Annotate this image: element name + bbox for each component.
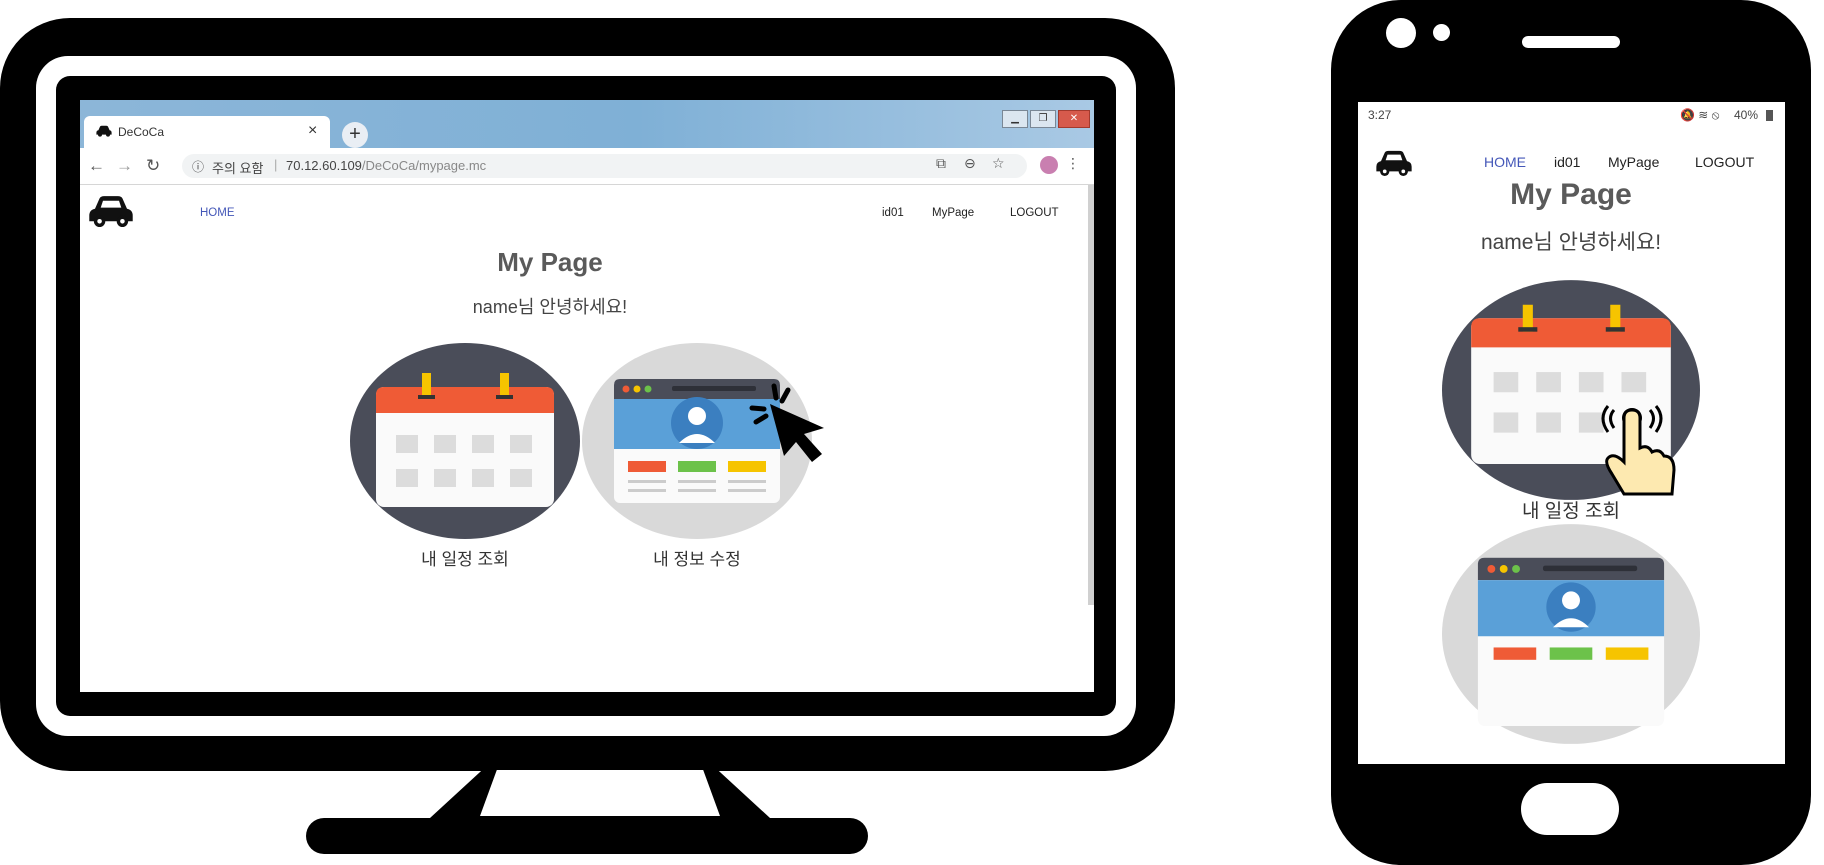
url-text: 70.12.60.109/DeCoCa/mypage.mc [286,158,486,173]
tab-close-button[interactable]: × [308,122,317,140]
translate-icon[interactable]: ⧉ [936,155,946,172]
maximize-button[interactable]: ❐ [1030,110,1056,128]
monitor-stand-neck-inner [480,770,720,816]
zoom-icon[interactable]: ⊖ [964,155,976,172]
monitor-stand-base [306,818,868,854]
nav-user-link[interactable]: id01 [1554,154,1580,170]
cursor-click-icon [749,383,824,462]
nav-user-link[interactable]: id01 [882,207,904,219]
url-host: 70.12.60.109 [286,158,362,173]
security-warning-label: 주의 요함 [212,161,264,176]
address-bar[interactable]: ⓘ 주의 요함 | 70.12.60.109/DeCoCa/mypage.mc [182,154,1027,178]
phone-sensor [1433,24,1450,41]
new-tab-button[interactable]: + [342,122,368,148]
card-label-profile[interactable]: 내 정보 수정 [597,545,797,570]
tab-title: DeCoCa [118,125,165,139]
nav-logout-link[interactable]: LOGOUT [1010,207,1059,219]
nav-home-link[interactable]: HOME [200,207,235,219]
calendar-icon[interactable] [350,343,580,539]
back-arrow-icon[interactable]: ← [88,156,105,176]
car-icon [96,125,112,137]
phone-camera [1386,18,1416,48]
forward-arrow-icon[interactable]: → [116,156,133,176]
battery-text: 40% [1734,108,1759,122]
nav-home-link[interactable]: HOME [1484,154,1526,170]
desktop-page: HOME id01 MyPage LOGOUT My Page name님 안녕… [80,185,1094,692]
profile-card-icon[interactable] [1442,522,1700,746]
browser-tab-bar: DeCoCa × + ▁ ❐ ✕ [80,100,1094,148]
greeting-text: name님 안녕하세요! [472,297,628,317]
greeting-text: name님 안녕하세요! [1480,231,1662,254]
nav-mypage-link[interactable]: MyPage [1608,154,1659,170]
phone-home-button[interactable] [1521,783,1619,835]
status-time: 3:27 [1368,108,1392,122]
close-window-button[interactable]: ✕ [1058,110,1090,128]
car-icon[interactable] [86,195,136,227]
tap-hand-icon [1601,405,1676,496]
url-separator: | [274,157,278,172]
car-icon[interactable] [1374,150,1414,176]
page-title: My Page [1510,178,1632,211]
card-label-schedule[interactable]: 내 일정 조회 [365,545,565,570]
browser-tab[interactable]: DeCoCa × [84,116,330,148]
info-icon[interactable]: ⓘ [192,158,204,175]
browser-toolbar: ← → ↻ ⓘ 주의 요함 | 70.12.60.109/DeCoCa/mypa… [80,148,1094,185]
nav-logout-link[interactable]: LOGOUT [1695,154,1754,170]
mobile-browser-screen: 3:27 🔕 ≋ ⦸ 40% HOME id01 MyPage LOGOUT M… [1358,102,1785,764]
reload-icon[interactable]: ↻ [146,156,160,176]
phone-speaker [1522,36,1620,48]
menu-icon[interactable]: ⋮ [1066,155,1080,172]
desktop-browser-window: DeCoCa × + ▁ ❐ ✕ ← → ↻ ⓘ 주의 요함 | 70.12.60.… [80,100,1094,692]
url-path: /DeCoCa/mypage.mc [361,158,487,173]
minimize-button[interactable]: ▁ [1002,110,1028,128]
nav-mypage-link[interactable]: MyPage [932,207,974,219]
status-icons: 🔕 ≋ ⦸ [1680,108,1720,122]
battery-icon [1766,110,1773,121]
profile-avatar-icon[interactable] [1040,156,1058,174]
page-title: My Page [497,247,603,277]
window-controls: ▁ ❐ ✕ [1000,108,1090,128]
bookmark-star-icon[interactable]: ☆ [992,155,1005,172]
page-scrollbar[interactable] [1088,185,1094,605]
